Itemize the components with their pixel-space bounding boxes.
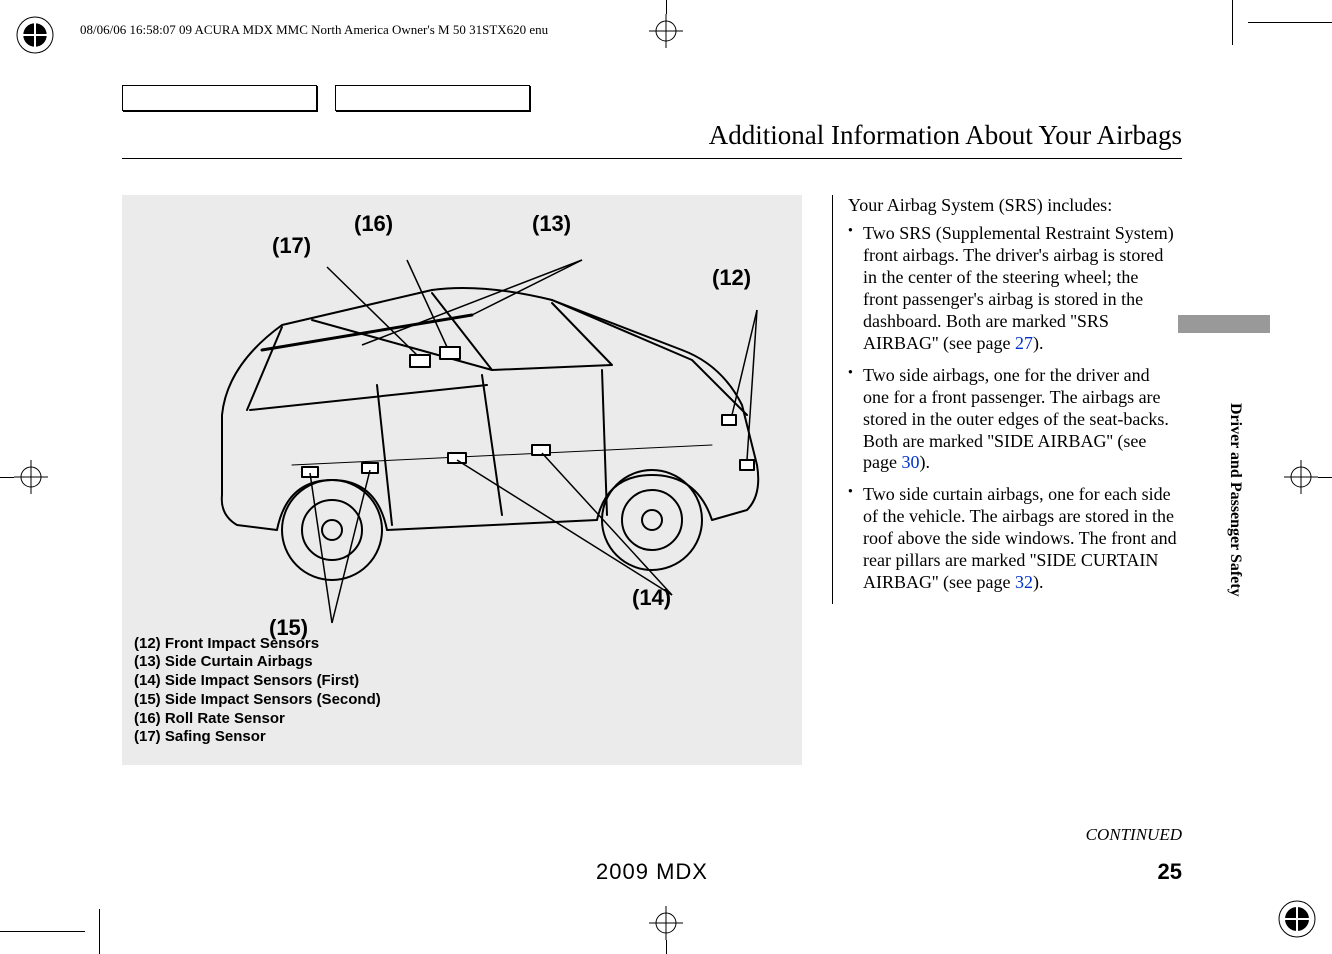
- section-tab-bar: [1178, 315, 1270, 333]
- header-box: [335, 85, 530, 111]
- reg-mark-br: [1277, 899, 1317, 939]
- crop-mark: [666, 0, 667, 14]
- airbag-diagram: (17) (16) (13) (12) (14) (15) (12) Front…: [122, 195, 802, 765]
- page-ref-link[interactable]: 27: [1015, 333, 1033, 353]
- legend-item: (12) Front Impact Sensors: [134, 635, 381, 654]
- page-content: Additional Information About Your Airbag…: [122, 85, 1182, 885]
- legend-item: (15) Side Impact Sensors (Second): [134, 691, 381, 710]
- crop-mark: [1232, 0, 1233, 45]
- title-rule: [122, 158, 1182, 159]
- vehicle-illustration: [152, 215, 792, 635]
- crop-mark: [1318, 477, 1332, 478]
- legend-item: (16) Roll Rate Sensor: [134, 710, 381, 729]
- callout-16: (16): [354, 211, 393, 237]
- continued-label: CONTINUED: [1086, 825, 1182, 845]
- crop-mark: [99, 909, 100, 954]
- center-mark-bottom: [649, 906, 683, 940]
- legend-item: (14) Side Impact Sensors (First): [134, 672, 381, 691]
- header-box: [122, 85, 317, 111]
- callout-13: (13): [532, 211, 571, 237]
- diagram-legend: (12) Front Impact Sensors (13) Side Curt…: [134, 635, 381, 748]
- callout-14: (14): [632, 585, 671, 611]
- legend-item: (13) Side Curtain Airbags: [134, 653, 381, 672]
- bullet-item: Two side curtain airbags, one for each s…: [863, 484, 1177, 594]
- intro-text: Your Airbag System (SRS) includes:: [848, 195, 1177, 217]
- page-ref-link[interactable]: 32: [1015, 572, 1033, 592]
- callout-12: (12): [712, 265, 751, 291]
- crop-mark: [0, 477, 14, 478]
- header-placeholder-boxes: [122, 85, 530, 111]
- center-mark-left: [14, 460, 48, 494]
- reg-mark-tl: [15, 15, 55, 55]
- crop-mark: [1248, 22, 1332, 23]
- crop-mark: [666, 940, 667, 954]
- center-mark-right: [1284, 460, 1318, 494]
- callout-17: (17): [272, 233, 311, 259]
- page-title: Additional Information About Your Airbag…: [709, 120, 1182, 151]
- bullet-item: Two SRS (Supplemental Restraint System) …: [863, 223, 1177, 355]
- center-mark-top: [649, 14, 683, 48]
- section-tab-label: Driver and Passenger Safety: [1226, 385, 1244, 615]
- page-ref-link[interactable]: 30: [901, 452, 919, 472]
- page-number: 25: [1158, 859, 1182, 885]
- legend-item: (17) Safing Sensor: [134, 728, 381, 747]
- model-year: 2009 MDX: [596, 859, 708, 885]
- bullet-item: Two side airbags, one for the driver and…: [863, 365, 1177, 475]
- crop-mark: [0, 931, 85, 932]
- body-text: Your Airbag System (SRS) includes: Two S…: [832, 195, 1177, 604]
- header-metadata: 08/06/06 16:58:07 09 ACURA MDX MMC North…: [80, 22, 548, 38]
